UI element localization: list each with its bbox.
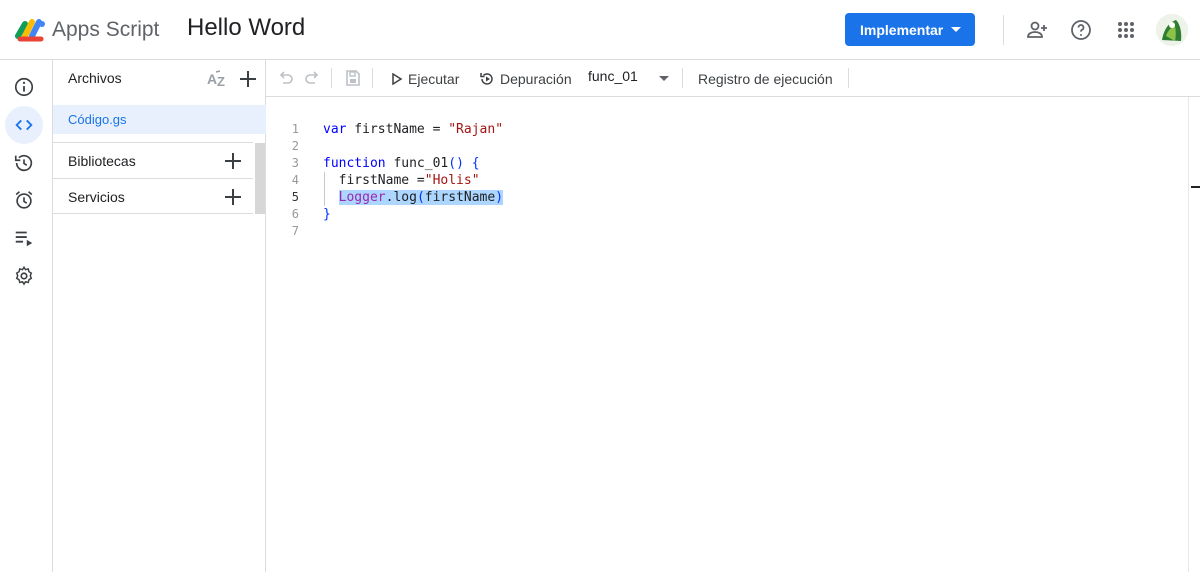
line-number: 1 <box>291 122 299 136</box>
apps-grid-icon[interactable] <box>1114 18 1138 42</box>
toolbar-divider <box>848 68 849 88</box>
function-select[interactable]: func_01 <box>588 68 674 90</box>
files-panel: Archivos A Z Código.gs Bibliotecas Servi… <box>53 60 266 572</box>
avatar-image <box>1156 14 1188 46</box>
section-label: Bibliotecas <box>68 153 136 169</box>
code-token: Logger <box>338 190 386 205</box>
code-token: func_01 <box>385 156 449 171</box>
line-number: 7 <box>291 224 299 238</box>
code-token: function <box>323 156 386 171</box>
code-line[interactable] <box>323 223 503 240</box>
code-token: firstName = <box>323 173 425 188</box>
code-token: firstName = <box>346 122 449 137</box>
editor-toolbar: Ejecutar Depuración func_01 Registro de … <box>266 60 1200 97</box>
debug-icon <box>480 73 493 85</box>
add-person-icon[interactable] <box>1026 18 1050 42</box>
code-token: var <box>323 122 347 137</box>
run-label: Ejecutar <box>408 71 460 87</box>
section-services[interactable]: Servicios <box>53 178 253 214</box>
debug-label: Depuración <box>500 71 572 87</box>
project-title[interactable]: Hello Word <box>187 14 305 42</box>
line-number: 5 <box>291 190 299 204</box>
redo-icon[interactable] <box>303 69 321 87</box>
toolbar-divider <box>372 68 373 88</box>
file-name: Código.gs <box>68 112 127 127</box>
caret-down-icon <box>951 27 961 32</box>
code-line[interactable] <box>323 138 503 155</box>
rail-triggers[interactable] <box>5 181 43 219</box>
deploy-button-label: Implementar <box>860 21 944 38</box>
caret-down-icon <box>659 76 669 81</box>
toolbar-divider <box>331 68 332 88</box>
execution-log-label: Registro de ejecución <box>698 71 833 87</box>
code-editor[interactable]: 1 2 3 4 5 6 7 var firstName = "Rajan" function … <box>266 97 1200 572</box>
history-icon <box>14 154 33 172</box>
code-lines[interactable]: var firstName = "Rajan" function func_01(… <box>323 121 504 240</box>
rail-settings[interactable] <box>5 257 43 295</box>
line-number: 4 <box>291 173 299 187</box>
overview-ruler-cursor-mark <box>1191 186 1200 188</box>
rail-history[interactable] <box>5 144 43 182</box>
code-line[interactable]: } <box>323 206 503 223</box>
settings-icon <box>15 265 33 286</box>
section-libraries[interactable]: Bibliotecas <box>53 142 253 178</box>
files-heading: Archivos <box>68 70 122 86</box>
header-divider <box>1003 15 1004 45</box>
app-name[interactable]: Apps Script <box>52 18 159 42</box>
line-number: 2 <box>291 139 299 153</box>
line-number-gutter: 1 2 3 4 5 6 7 <box>266 121 299 240</box>
save-icon[interactable] <box>344 69 362 87</box>
line-number: 3 <box>291 156 299 170</box>
line-number: 6 <box>291 207 299 221</box>
execution-log-button[interactable]: Registro de ejecución <box>698 68 833 90</box>
function-select-value: func_01 <box>588 68 638 84</box>
file-item-codigo[interactable]: Código.gs <box>53 105 266 134</box>
panel-scrollbar-thumb[interactable] <box>255 143 265 214</box>
code-token: } <box>323 207 331 222</box>
code-token: .log <box>385 190 417 205</box>
deploy-button[interactable]: Implementar <box>845 13 975 46</box>
add-library-icon[interactable] <box>224 152 242 170</box>
apps-script-logo[interactable] <box>15 14 47 44</box>
debug-button[interactable]: Depuración <box>479 68 572 90</box>
code-icon <box>15 119 33 131</box>
code-token: firstName <box>424 190 496 205</box>
run-button[interactable]: Ejecutar <box>391 68 459 90</box>
alarm-icon <box>15 191 33 209</box>
play-icon <box>392 73 403 85</box>
code-token: "Rajan" <box>448 122 504 137</box>
code-token: ( <box>416 190 425 205</box>
code-line[interactable]: Logger.log(firstName) <box>323 189 504 206</box>
sort-az-icon[interactable]: A Z <box>207 70 229 88</box>
executions-icon <box>15 231 33 247</box>
help-icon[interactable] <box>1069 18 1093 42</box>
info-icon <box>14 77 34 97</box>
code-token: ) <box>495 190 504 205</box>
add-file-icon[interactable] <box>239 70 257 88</box>
code-line[interactable]: var firstName = "Rajan" <box>323 121 503 138</box>
add-service-icon[interactable] <box>224 188 242 206</box>
account-avatar[interactable] <box>1156 14 1188 46</box>
rail-executions[interactable] <box>5 219 43 257</box>
code-token: () <box>448 156 464 171</box>
top-bar: Apps Script Hello Word Implementar <box>0 0 1200 60</box>
code-token: "Holis" <box>424 173 480 188</box>
left-nav-rail <box>0 60 53 572</box>
section-label: Servicios <box>68 189 125 205</box>
rail-editor[interactable] <box>5 106 43 144</box>
code-line[interactable]: firstName ="Holis" <box>323 172 503 189</box>
toolbar-divider <box>682 68 683 88</box>
editor-scrollbar[interactable] <box>1188 97 1189 572</box>
code-line[interactable]: function func_01() { <box>323 155 503 172</box>
undo-icon[interactable] <box>277 69 295 87</box>
svg-text:Z: Z <box>217 74 225 88</box>
rail-overview[interactable] <box>5 68 43 106</box>
svg-text:A: A <box>207 71 217 87</box>
code-token: { <box>471 156 480 171</box>
